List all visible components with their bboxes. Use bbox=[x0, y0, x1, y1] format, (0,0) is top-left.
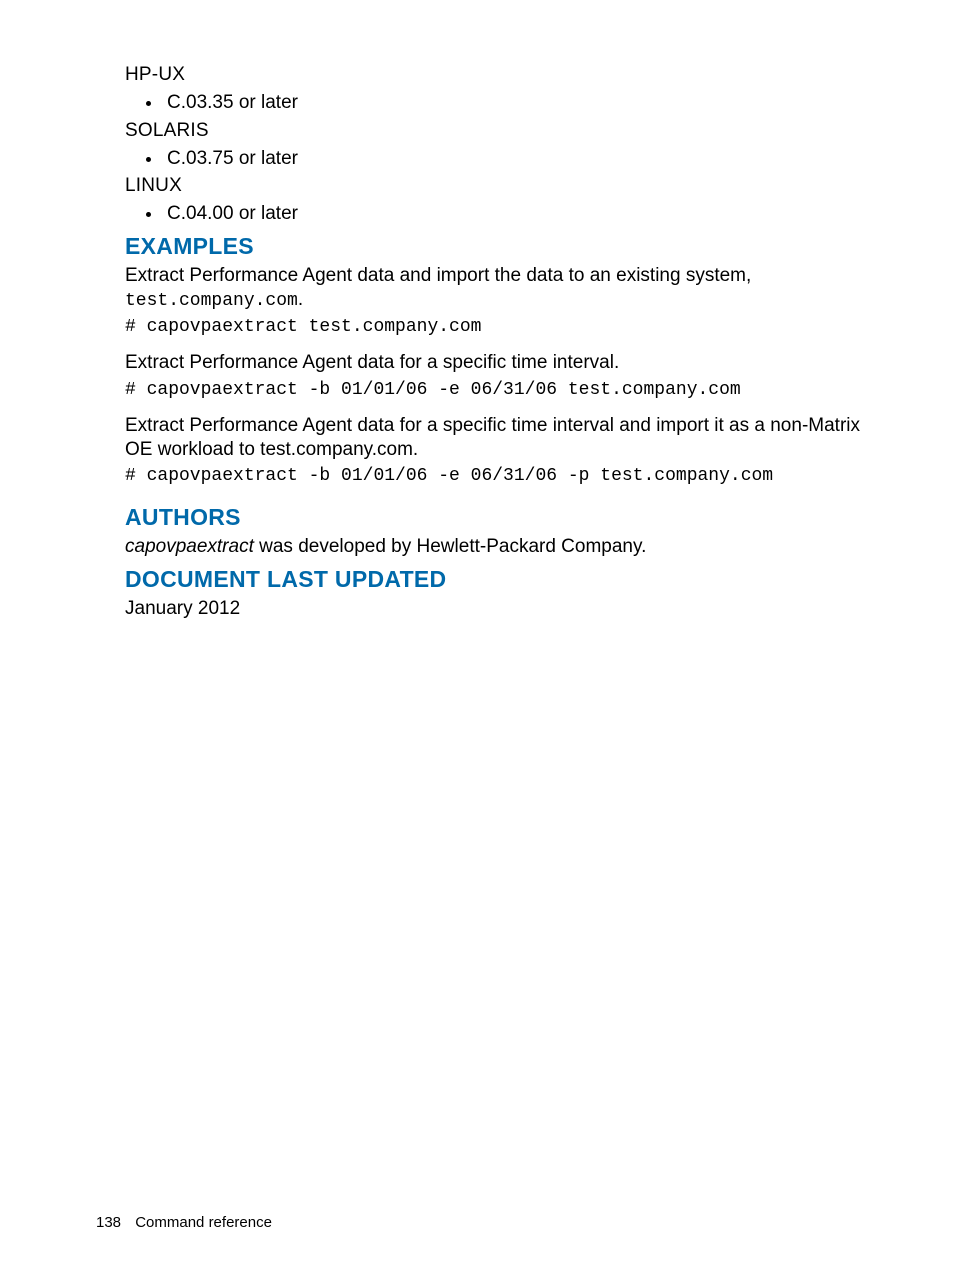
version-list-hpux: C.03.35 or later bbox=[125, 90, 869, 116]
version-list-linux: C.04.00 or later bbox=[125, 201, 869, 227]
authors-rest: was developed by Hewlett-Packard Company… bbox=[254, 536, 647, 557]
example1-intro: Extract Performance Agent data and impor… bbox=[125, 264, 869, 313]
example1-command: # capovpaextract test.company.com bbox=[125, 317, 869, 337]
authors-text: capovpaextract was developed by Hewlett-… bbox=[125, 535, 869, 559]
updated-heading: DOCUMENT LAST UPDATED bbox=[125, 566, 869, 593]
platform-hpux: HP-UX C.03.35 or later bbox=[125, 64, 869, 116]
page-footer: 138 Command reference bbox=[96, 1214, 272, 1231]
example1-intro-text-b: . bbox=[298, 289, 303, 310]
example2-command: # capovpaextract -b 01/01/06 -e 06/31/06… bbox=[125, 380, 869, 400]
examples-heading: EXAMPLES bbox=[125, 233, 869, 260]
version-item: C.04.00 or later bbox=[163, 201, 869, 227]
example3-intro: Extract Performance Agent data for a spe… bbox=[125, 414, 869, 463]
os-label-solaris: SOLARIS bbox=[125, 120, 869, 142]
version-item: C.03.75 or later bbox=[163, 146, 869, 172]
os-label-linux: LINUX bbox=[125, 175, 869, 197]
version-item: C.03.35 or later bbox=[163, 90, 869, 116]
page-number: 138 bbox=[96, 1214, 121, 1231]
updated-text: January 2012 bbox=[125, 597, 869, 621]
platform-solaris: SOLARIS C.03.75 or later bbox=[125, 120, 869, 172]
example1-intro-text-a: Extract Performance Agent data and impor… bbox=[125, 265, 751, 286]
example2-intro: Extract Performance Agent data for a spe… bbox=[125, 351, 869, 375]
platform-linux: LINUX C.04.00 or later bbox=[125, 175, 869, 227]
tool-name: capovpaextract bbox=[125, 536, 254, 557]
footer-section: Command reference bbox=[135, 1214, 272, 1231]
page-content: HP-UX C.03.35 or later SOLARIS C.03.75 o… bbox=[0, 0, 954, 621]
os-label-hpux: HP-UX bbox=[125, 64, 869, 86]
version-list-solaris: C.03.75 or later bbox=[125, 146, 869, 172]
example3-command: # capovpaextract -b 01/01/06 -e 06/31/06… bbox=[125, 466, 869, 486]
authors-heading: AUTHORS bbox=[125, 504, 869, 531]
example1-intro-code: test.company.com bbox=[125, 291, 298, 311]
